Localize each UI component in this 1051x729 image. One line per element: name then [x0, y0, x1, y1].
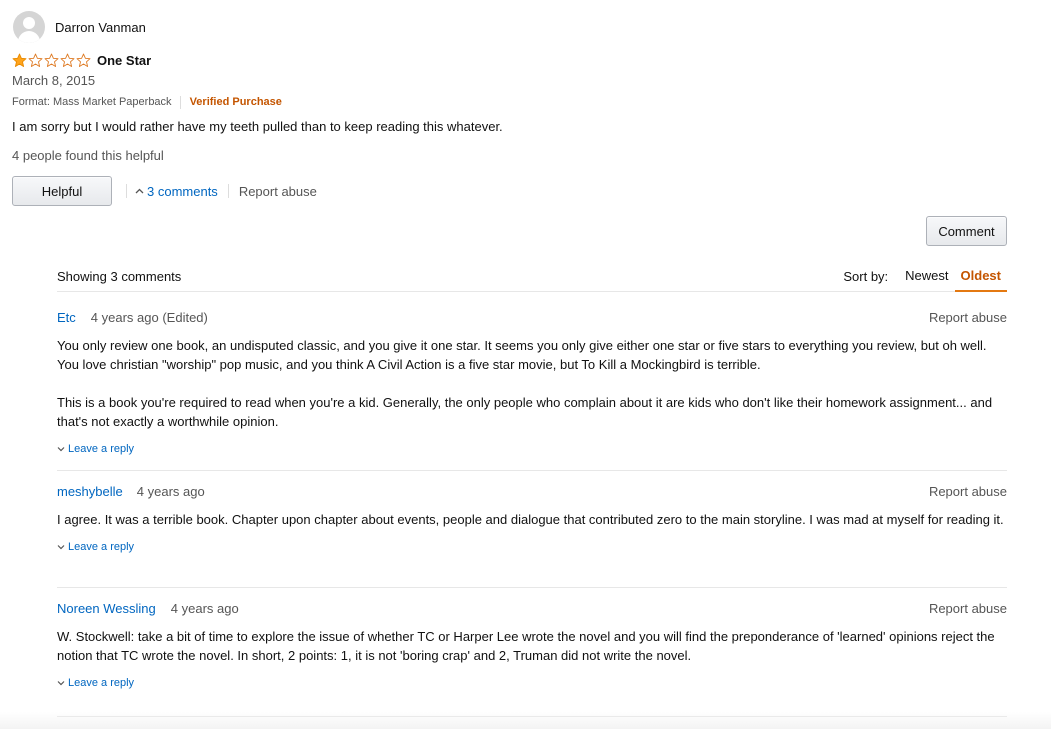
comment-text: You only review one book, an undisputed … — [57, 336, 1007, 431]
comment-age: 4 years ago — [136, 483, 205, 499]
comment-header: Etc 4 years ago (Edited) Report abuse — [57, 307, 1007, 327]
review-title[interactable]: One Star — [97, 53, 151, 68]
format-label[interactable]: Format: Mass Market Paperback — [12, 96, 172, 108]
helpful-count: 4 people found this helpful — [12, 148, 164, 163]
chevron-down-icon — [57, 545, 65, 550]
comments-toggle-link[interactable]: 3 comments — [135, 184, 218, 199]
format-row: Format: Mass Market Paperback Verified P… — [12, 94, 1012, 110]
comment-button[interactable]: Comment — [926, 216, 1007, 246]
comment-paragraph: I agree. It was a terrible book. Chapter… — [57, 512, 1004, 527]
comment: Etc 4 years ago (Edited) Report abuse Yo… — [57, 292, 1007, 471]
leave-reply-link[interactable]: Leave a reply — [57, 441, 1007, 457]
avatar-icon[interactable] — [13, 11, 45, 43]
leave-reply-label: Leave a reply — [68, 443, 135, 455]
divider — [227, 184, 229, 198]
star-empty-icon — [60, 53, 75, 67]
comment-author[interactable]: Etc — [57, 310, 76, 325]
leave-reply-label: Leave a reply — [68, 541, 135, 553]
sort-controls: Sort by: Newest Oldest — [843, 262, 1007, 292]
comment-text: W. Stockwell: take a bit of time to expl… — [57, 627, 1007, 665]
star-empty-icon — [44, 53, 59, 67]
comment-header: Noreen Wessling 4 years ago Report abuse — [57, 598, 1007, 618]
caret-up-icon — [135, 188, 144, 194]
comment-paragraph: You only review one book, an undisputed … — [57, 338, 987, 372]
chevron-down-icon — [57, 681, 65, 686]
review-body: I am sorry but I would rather have my te… — [12, 119, 503, 134]
sort-oldest[interactable]: Oldest — [954, 262, 1007, 292]
comment-report-abuse-link[interactable]: Report abuse — [929, 601, 1007, 616]
chevron-down-icon — [57, 447, 65, 452]
comment-header: meshybelle 4 years ago Report abuse — [57, 481, 1007, 501]
comment-paragraph: W. Stockwell: take a bit of time to expl… — [57, 629, 995, 663]
comment-report-abuse-link[interactable]: Report abuse — [929, 310, 1007, 325]
comment: Noreen Wessling 4 years ago Report abuse… — [57, 588, 1007, 717]
reviewer-row: Darron Vanman — [12, 10, 1012, 44]
review-date: March 8, 2015 — [12, 73, 96, 88]
rating-row: One Star — [12, 51, 1012, 69]
divider — [126, 184, 127, 198]
helpful-button[interactable]: Helpful — [12, 176, 112, 206]
leave-reply-label: Leave a reply — [68, 677, 135, 689]
comment-text: I agree. It was a terrible book. Chapter… — [57, 510, 1007, 529]
comment-report-abuse-link[interactable]: Report abuse — [929, 484, 1007, 499]
star-empty-icon — [28, 53, 43, 67]
verified-purchase-badge[interactable]: Verified Purchase — [190, 96, 282, 108]
review-card: Darron Vanman One Star March 8, 2015 For… — [12, 10, 1012, 206]
bottom-fade — [0, 712, 1051, 729]
comment-author[interactable]: meshybelle — [57, 484, 123, 499]
reviewer-name[interactable]: Darron Vanman — [55, 20, 146, 35]
comment-age: 4 years ago — [170, 600, 239, 616]
leave-reply-link[interactable]: Leave a reply — [57, 675, 1007, 691]
star-rating[interactable] — [12, 53, 91, 68]
sort-label: Sort by: — [843, 269, 889, 284]
report-abuse-link[interactable]: Report abuse — [239, 184, 317, 199]
leave-reply-link[interactable]: Leave a reply — [57, 539, 1007, 555]
comments-section: Showing 3 comments Sort by: Newest Oldes… — [57, 262, 1007, 717]
divider — [179, 95, 181, 109]
sort-newest[interactable]: Newest — [899, 262, 954, 292]
comments-header: Showing 3 comments Sort by: Newest Oldes… — [57, 262, 1007, 292]
comment-author[interactable]: Noreen Wessling — [57, 601, 156, 616]
comments-count-heading: Showing 3 comments — [57, 269, 182, 284]
comments-count-label: 3 comments — [147, 183, 218, 199]
comment: meshybelle 4 years ago Report abuse I ag… — [57, 471, 1007, 588]
comment-paragraph: This is a book you're required to read w… — [57, 395, 993, 429]
review-actions: Helpful 3 comments Report abuse — [12, 176, 1012, 206]
comment-age: 4 years ago (Edited) — [90, 309, 208, 325]
star-empty-icon — [76, 53, 91, 67]
star-filled-icon — [12, 53, 27, 67]
